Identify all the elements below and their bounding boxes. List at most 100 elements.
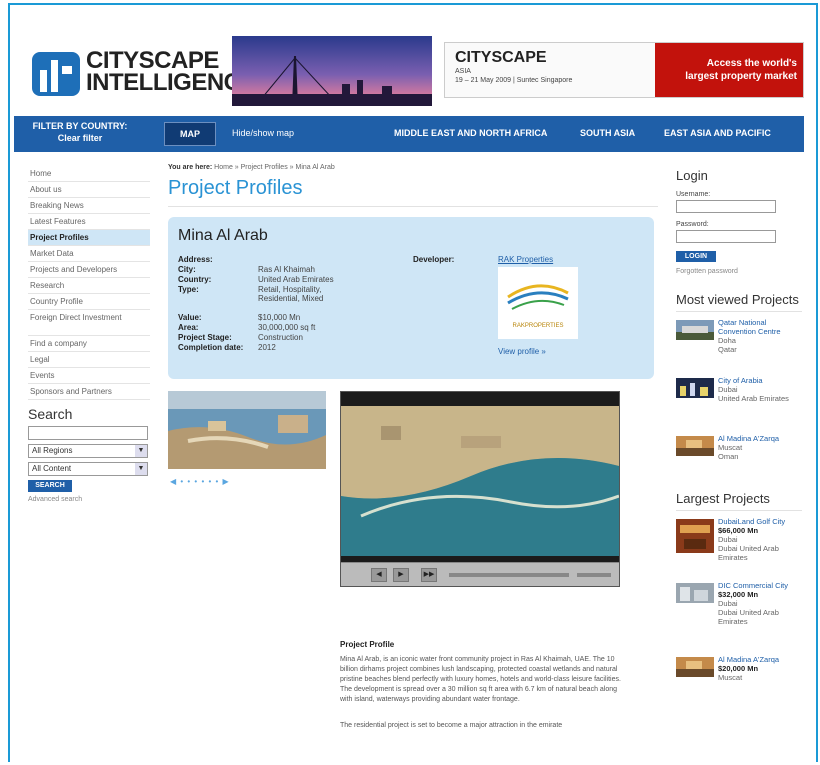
developer-link[interactable]: RAK Properties bbox=[498, 255, 553, 264]
top-nav: FILTER BY COUNTRY: Clear filter MAP Hide… bbox=[14, 116, 804, 152]
most-viewed-item[interactable]: City of Arabia Dubai United Arab Emirate… bbox=[676, 376, 816, 428]
breadcrumb-label: You are here: bbox=[168, 164, 213, 171]
ad-tagline-2: largest property market bbox=[685, 71, 797, 82]
sidebar-item-country-profile[interactable]: Country Profile bbox=[28, 294, 150, 310]
project-name[interactable]: DubaiLand Golf City bbox=[718, 517, 804, 526]
nav-region-south-asia[interactable]: SOUTH ASIA bbox=[580, 128, 635, 138]
field-value: Ras Al Khaimah bbox=[258, 265, 315, 274]
sidebar-item-about[interactable]: About us bbox=[28, 182, 150, 198]
project-name[interactable]: Al Madina A'Zarqa bbox=[718, 434, 804, 443]
rewind-icon[interactable]: ◀ bbox=[371, 568, 387, 582]
developer-logo-text: RAKPROPERTIES bbox=[513, 323, 564, 329]
sidebar-item-breaking-news[interactable]: Breaking News bbox=[28, 198, 150, 214]
sidebar-item-market-data[interactable]: Market Data bbox=[28, 246, 150, 262]
login-button[interactable]: LOGIN bbox=[676, 251, 716, 262]
field-label: Country: bbox=[178, 275, 212, 284]
most-viewed-title: Most viewed Projects bbox=[676, 293, 802, 312]
sidebar-item-latest-features[interactable]: Latest Features bbox=[28, 214, 150, 230]
chevron-down-icon: ▼ bbox=[135, 445, 147, 457]
regions-select[interactable]: All Regions ▼ bbox=[28, 444, 148, 458]
advanced-search-link[interactable]: Advanced search bbox=[28, 496, 150, 503]
video-progress-bar[interactable] bbox=[449, 573, 569, 577]
username-field[interactable] bbox=[676, 200, 776, 213]
field-label: Value: bbox=[178, 313, 202, 322]
left-sidebar: Home About us Breaking News Latest Featu… bbox=[28, 166, 150, 503]
field-label: Completion date: bbox=[178, 343, 244, 352]
nav-region-east-asia[interactable]: EAST ASIA AND PACIFIC bbox=[664, 128, 771, 138]
field-label: Address: bbox=[178, 255, 213, 264]
page-title: Project Profiles bbox=[168, 177, 658, 207]
sidebar-item-projects-developers[interactable]: Projects and Developers bbox=[28, 262, 150, 278]
project-name[interactable]: DIC Commercial City bbox=[718, 581, 804, 590]
sidebar-item-project-profiles[interactable]: Project Profiles bbox=[28, 230, 150, 246]
project-thumbnail bbox=[676, 583, 714, 603]
project-value: $32,000 Mn bbox=[718, 590, 759, 599]
search-button[interactable]: SEARCH bbox=[28, 480, 72, 492]
content-select[interactable]: All Content ▼ bbox=[28, 462, 148, 476]
description-title: Project Profile bbox=[340, 640, 395, 649]
project-city: Dubai bbox=[718, 599, 738, 608]
fast-forward-icon[interactable]: ▶▶ bbox=[421, 568, 437, 582]
project-country: Dubai United Arab Emirates bbox=[718, 544, 779, 562]
clear-filter-link[interactable]: Clear filter bbox=[20, 132, 140, 144]
developer-logo[interactable]: RAKPROPERTIES bbox=[498, 267, 578, 339]
chevron-down-icon: ▼ bbox=[135, 463, 147, 475]
project-thumbnail[interactable] bbox=[168, 391, 326, 469]
project-city: Muscat bbox=[718, 673, 743, 682]
video-frame bbox=[341, 406, 619, 556]
content-select-value: All Content bbox=[32, 464, 72, 473]
password-label: Password: bbox=[676, 221, 709, 228]
search-input[interactable] bbox=[28, 426, 148, 440]
sidebar-item-fdi[interactable]: Foreign Direct Investment bbox=[28, 310, 150, 336]
sidebar-item-legal[interactable]: Legal bbox=[28, 352, 150, 368]
field-value: $10,000 Mn bbox=[258, 313, 301, 322]
cityscape-logo[interactable]: CITYSCAPE INTELLIGENCE bbox=[32, 48, 257, 98]
login-title: Login bbox=[676, 168, 708, 183]
project-profile-box: Mina Al Arab Address: City: Ras Al Khaim… bbox=[168, 217, 654, 379]
site-header: CITYSCAPE INTELLIGENCE CITYSCAPE ASIA 19… bbox=[14, 28, 804, 108]
search-title: Search bbox=[28, 406, 73, 422]
filter-label: FILTER BY COUNTRY: bbox=[32, 121, 128, 131]
project-thumbnail bbox=[676, 378, 714, 398]
largest-project-item[interactable]: DubaiLand Golf City $66,000 Mn Dubai Dub… bbox=[676, 517, 816, 575]
project-name[interactable]: City of Arabia bbox=[718, 376, 804, 385]
map-button[interactable]: MAP bbox=[164, 122, 216, 146]
filter-by-country: FILTER BY COUNTRY: Clear filter bbox=[20, 120, 140, 144]
field-value: 30,000,000 sq ft bbox=[258, 323, 316, 332]
hide-map-link[interactable]: Hide/show map bbox=[232, 128, 294, 138]
password-field[interactable] bbox=[676, 230, 776, 243]
project-thumbnail bbox=[676, 320, 714, 340]
play-icon[interactable]: ▶ bbox=[393, 568, 409, 582]
ad-dates: 19 – 21 May 2009 | Suntec Singapore bbox=[455, 77, 573, 84]
main-content: You are here: Home » Project Profiles » … bbox=[168, 164, 658, 621]
project-thumbnail bbox=[676, 657, 714, 677]
field-value: United Arab Emirates bbox=[258, 275, 334, 284]
project-name[interactable]: Qatar National Convention Centre bbox=[718, 318, 804, 336]
most-viewed-item[interactable]: Qatar National Convention Centre Doha Qa… bbox=[676, 318, 816, 370]
breadcrumb-path[interactable]: Home » Project Profiles » Mina Al Arab bbox=[214, 164, 335, 171]
video-controls: ◀ ▶ ▶▶ bbox=[341, 562, 619, 586]
most-viewed-item[interactable]: Al Madina A'Zarqa Muscat Oman bbox=[676, 434, 816, 486]
thumbnail-pager[interactable]: ◀ • • • • • • ▶ bbox=[170, 477, 230, 486]
sidebar-item-events[interactable]: Events bbox=[28, 368, 150, 384]
forgot-password-link[interactable]: Forgotten password bbox=[676, 268, 816, 275]
project-name[interactable]: Al Madina A'Zarqa bbox=[718, 655, 804, 664]
project-value: $20,000 Mn bbox=[718, 664, 759, 673]
field-value: Construction bbox=[258, 333, 303, 342]
field-label: City: bbox=[178, 265, 196, 274]
video-player[interactable]: ◀ ▶ ▶▶ bbox=[340, 391, 620, 587]
sidebar-item-sponsors[interactable]: Sponsors and Partners bbox=[28, 384, 150, 400]
volume-slider[interactable] bbox=[577, 573, 611, 577]
logo-icon bbox=[32, 52, 80, 96]
largest-project-item[interactable]: Al Madina A'Zarqa $20,000 Mn Muscat bbox=[676, 655, 816, 707]
project-country: Qatar bbox=[718, 345, 737, 354]
sidebar-item-home[interactable]: Home bbox=[28, 166, 150, 182]
cityscape-asia-ad[interactable]: CITYSCAPE ASIA 19 – 21 May 2009 | Suntec… bbox=[444, 42, 804, 98]
project-city: Doha bbox=[718, 336, 736, 345]
sidebar-item-find-company[interactable]: Find a company bbox=[28, 336, 150, 352]
sidebar-item-research[interactable]: Research bbox=[28, 278, 150, 294]
nav-region-mena[interactable]: MIDDLE EAST AND NORTH AFRICA bbox=[394, 128, 547, 138]
view-profile-link[interactable]: View profile » bbox=[498, 347, 546, 356]
largest-project-item[interactable]: DIC Commercial City $32,000 Mn Dubai Dub… bbox=[676, 581, 816, 649]
media-area: ◀ • • • • • • ▶ ◀ ▶ ▶▶ bbox=[168, 391, 658, 621]
